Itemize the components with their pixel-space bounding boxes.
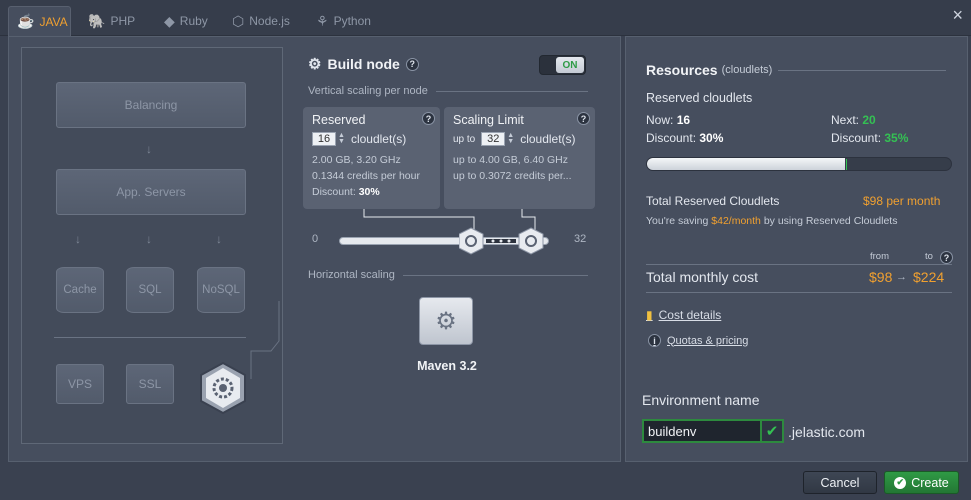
cache-node[interactable]: Cache: [56, 267, 104, 313]
arrow-right-icon: →: [896, 271, 907, 283]
gear-icon: ⚙: [308, 56, 322, 73]
discount-now: Discount: 30%: [646, 131, 724, 145]
tab-label: Ruby: [179, 14, 208, 28]
tab-label: Python: [333, 14, 371, 28]
cost-from: $98: [869, 269, 893, 285]
tab-label: PHP: [110, 14, 136, 28]
tab-nodejs[interactable]: ⬡ Node.js: [224, 6, 298, 36]
down-arrow-icon: ↓: [146, 142, 152, 156]
resources-title: Resources (cloudlets): [646, 62, 946, 78]
reserved-title: Reserved: [312, 113, 366, 127]
php-icon: 🐘: [88, 12, 106, 29]
check-icon: ✔: [762, 419, 784, 443]
slider-max: 32: [574, 233, 587, 245]
coins-icon: ▮: [646, 308, 653, 322]
check-circle-icon: ✔: [894, 476, 907, 489]
build-node-title: ⚙ Build node ?: [308, 55, 419, 73]
maven-node-button[interactable]: ⚙: [419, 297, 473, 345]
limit-cloudlets-stepper[interactable]: 32 ▲ ▼: [481, 132, 514, 146]
cloudlet-slider[interactable]: 0 32: [309, 227, 599, 257]
discount-next: Discount: 35%: [831, 131, 909, 145]
info-icon: i: [648, 334, 661, 347]
help-icon[interactable]: ?: [405, 57, 419, 71]
topology-wizard: Balancing ↓ App. Servers ↓ ↓ ↓ Cache SQL…: [21, 47, 283, 444]
sql-node[interactable]: SQL: [126, 267, 174, 313]
from-label: from: [870, 251, 889, 262]
app-servers-node[interactable]: App. Servers: [56, 169, 246, 215]
tab-java[interactable]: ☕ JAVA: [8, 6, 71, 36]
nosql-node[interactable]: NoSQL: [197, 267, 245, 313]
tab-python[interactable]: ⚘ Python: [308, 6, 379, 36]
environment-name-input[interactable]: [642, 419, 762, 443]
tab-label: Node.js: [249, 14, 290, 28]
reserved-box: Reserved ? 16 ▲ ▼ cloudlet(s) 2.00 GB, 3.…: [303, 107, 440, 209]
resources-panel: Resources (cloudlets) Reserved cloudlets…: [625, 36, 968, 462]
slider-handles[interactable]: [459, 227, 549, 255]
ssl-node[interactable]: SSL: [126, 364, 174, 404]
java-icon: ☕: [17, 13, 35, 29]
saving-note: You're saving $42/month by using Reserve…: [646, 215, 898, 227]
down-arrow-icon: ↓: [146, 232, 152, 246]
total-reserved-value: $98 per month: [863, 194, 941, 208]
python-icon: ⚘: [316, 12, 329, 29]
scaling-limit-box: Scaling Limit ? up to 32 ▲ ▼ cloudlet(s) …: [444, 107, 595, 209]
nodejs-icon: ⬡: [232, 12, 245, 29]
cost-details-link[interactable]: ▮ Cost details: [646, 308, 721, 322]
down-arrow-icon: ↓: [75, 232, 81, 246]
connector-line: [250, 301, 280, 379]
help-icon[interactable]: ?: [577, 112, 590, 125]
help-icon[interactable]: ?: [422, 112, 435, 125]
scaling-limit-title: Scaling Limit: [453, 113, 524, 127]
slider-min: 0: [312, 233, 319, 245]
down-arrow-icon: ↓: [216, 232, 222, 246]
vertical-scaling-label: Vertical scaling per node: [308, 85, 588, 97]
close-icon[interactable]: ×: [952, 6, 963, 24]
domain-suffix: .jelastic.com: [788, 424, 866, 440]
reserved-progress-bar: [646, 157, 952, 171]
to-label: to: [925, 251, 933, 262]
language-tab-bar: ☕ JAVA 🐘 PHP ◆ Ruby ⬡ Node.js ⚘ Python ×: [0, 0, 971, 36]
reserved-cloudlets-stepper[interactable]: 16 ▲ ▼: [312, 132, 345, 146]
stack-name: Maven 3.2: [417, 359, 477, 373]
vps-node[interactable]: VPS: [56, 364, 104, 404]
tab-label: JAVA: [39, 14, 68, 29]
next-marker: [846, 159, 847, 170]
balancing-node[interactable]: Balancing: [56, 82, 246, 128]
reserved-cloudlets-label: Reserved cloudlets: [646, 91, 753, 105]
now-value: Now: 16: [646, 113, 691, 127]
divider: [646, 264, 952, 265]
environment-name-label: Environment name: [642, 392, 760, 408]
reserved-progress-fill: [647, 158, 845, 170]
gear-icon: ⚙: [435, 307, 457, 335]
create-button[interactable]: ✔ Create: [884, 471, 959, 494]
help-icon[interactable]: ?: [940, 251, 953, 264]
topology-panel: Balancing ↓ App. Servers ↓ ↓ ↓ Cache SQL…: [8, 36, 621, 462]
ruby-icon: ◆: [164, 12, 175, 29]
divider: [646, 292, 952, 293]
divider: [54, 337, 246, 338]
next-value: Next: 20: [831, 113, 876, 127]
horizontal-scaling-label: Horizontal scaling: [308, 269, 588, 281]
total-reserved-label: Total Reserved Cloudlets: [646, 194, 780, 208]
build-node-toggle[interactable]: ON: [539, 55, 586, 75]
cancel-button[interactable]: Cancel: [803, 471, 877, 494]
monthly-cost-label: Total monthly cost: [646, 269, 759, 285]
tab-php[interactable]: 🐘 PHP: [80, 6, 143, 36]
quotas-link[interactable]: i Quotas & pricing: [648, 334, 748, 347]
tab-ruby[interactable]: ◆ Ruby: [156, 6, 216, 36]
cost-to: $224: [913, 269, 945, 285]
